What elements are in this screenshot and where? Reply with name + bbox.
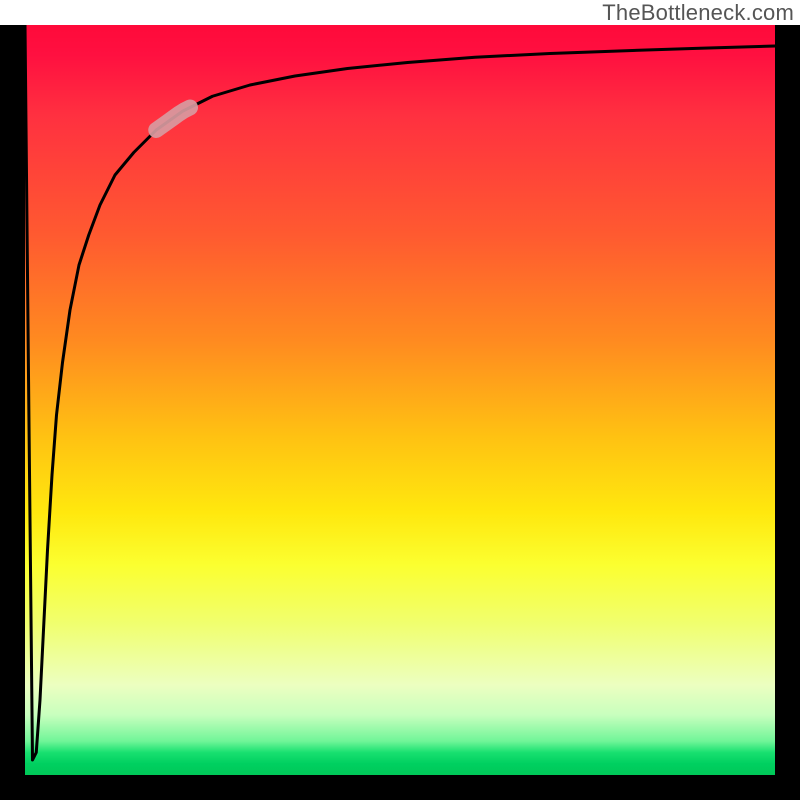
chart-frame: TheBottleneck.com (0, 0, 800, 800)
attribution-label: TheBottleneck.com (602, 0, 794, 26)
highlight-capsule (156, 108, 190, 131)
bottleneck-curve (25, 25, 775, 760)
curve-svg (25, 25, 775, 775)
plot-area (25, 25, 775, 775)
